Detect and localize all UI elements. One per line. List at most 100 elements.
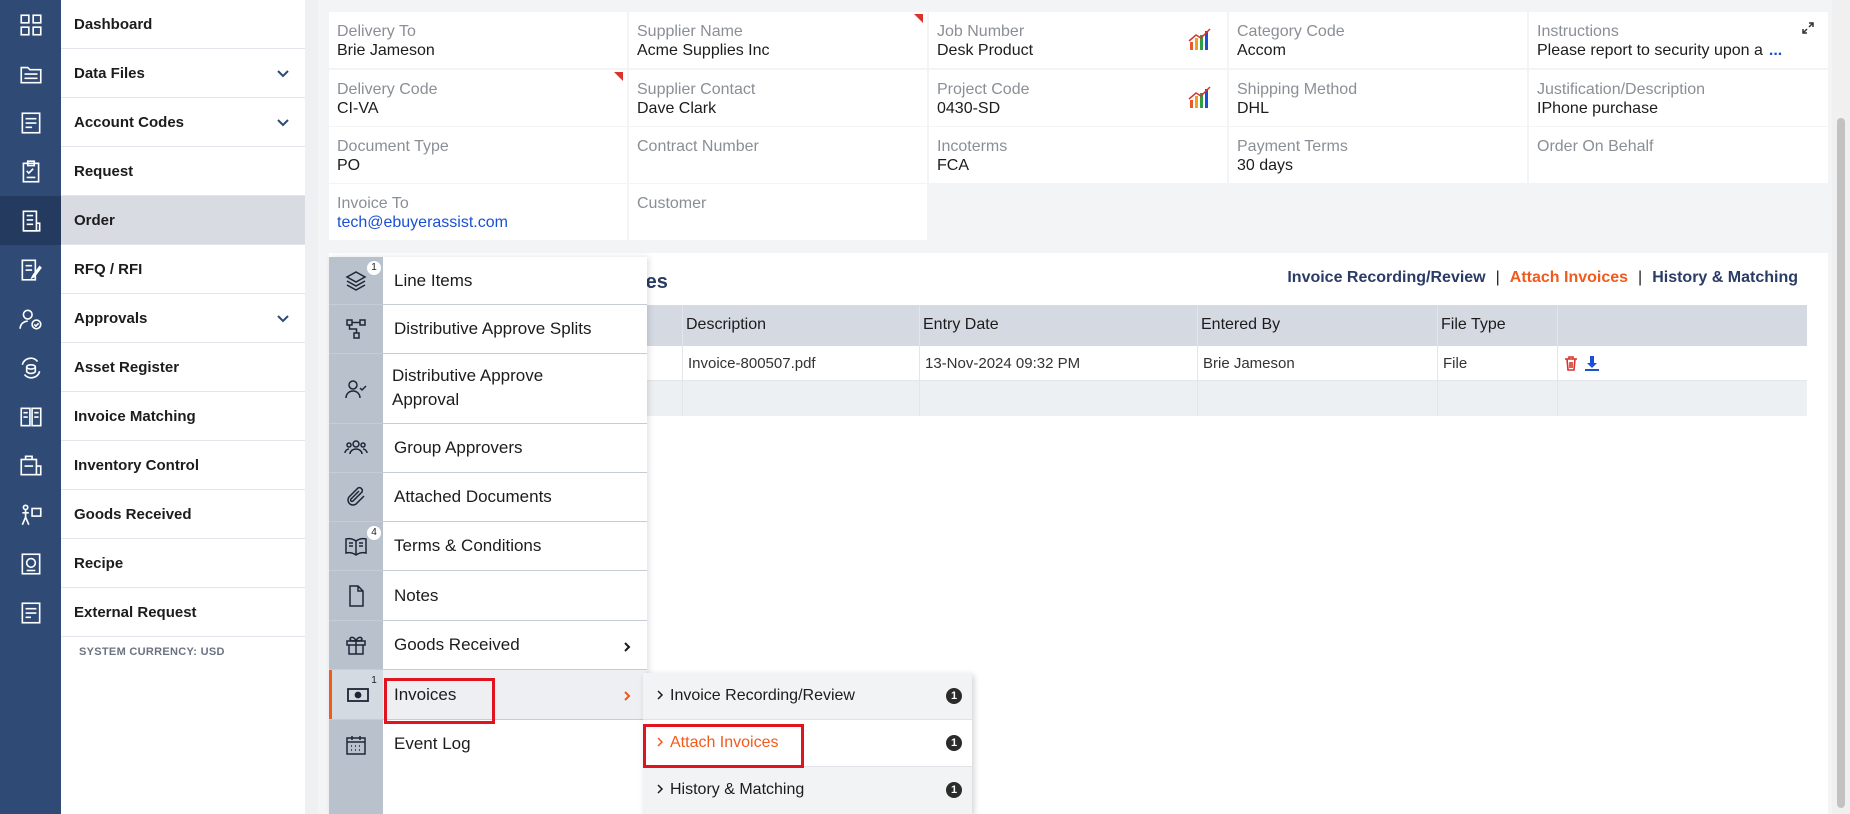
incoterms-field[interactable]: Incoterms FCA — [929, 127, 1227, 183]
instructions-field[interactable]: Instructions Please report to security u… — [1529, 12, 1828, 68]
expand-icon[interactable] — [1800, 20, 1816, 36]
menu-item-terms-conditions[interactable]: 4 Terms & Conditions — [329, 522, 647, 571]
delivery-code-field[interactable]: Delivery Code CI-VA — [329, 70, 627, 126]
history-matching-link[interactable]: History & Matching — [1652, 269, 1798, 286]
inventory-control-icon[interactable] — [0, 441, 61, 490]
menu-item-label: Distributive Approve Approval — [392, 366, 544, 409]
attach-invoices-link[interactable]: Attach Invoices — [1510, 269, 1628, 286]
sidebar-item-asset-register[interactable]: Asset Register — [61, 343, 305, 392]
order-sections-menu: 1 Line Items Distributive Approve Splits… — [329, 257, 647, 814]
field-label: Supplier Contact — [637, 81, 756, 98]
field-label: Delivery To — [337, 23, 416, 40]
dashboard-icon[interactable] — [0, 0, 61, 49]
field-value: DHL — [1237, 100, 1270, 117]
sidebar-item-dashboard[interactable]: Dashboard — [61, 0, 305, 49]
column-header-entered-by[interactable]: Entered By — [1201, 316, 1280, 334]
trend-chart-icon[interactable] — [1187, 84, 1213, 110]
trend-chart-icon[interactable] — [1187, 26, 1213, 52]
invoice-to-field[interactable]: Invoice To tech@ebuyerassist.com — [329, 184, 627, 240]
approvals-icon[interactable] — [0, 294, 61, 343]
flag-marker — [614, 72, 623, 81]
request-icon[interactable] — [0, 147, 61, 196]
field-value: Dave Clark — [637, 100, 717, 117]
delete-icon[interactable] — [1562, 354, 1580, 372]
field-value: FCA — [937, 157, 969, 174]
scrollbar-thumb[interactable] — [1837, 118, 1845, 808]
sidebar-item-inventory-control[interactable]: Inventory Control — [61, 441, 305, 490]
field-label: Customer — [637, 195, 707, 212]
menu-item-group-approvers[interactable]: Group Approvers — [329, 424, 647, 473]
invoice-matching-icon[interactable] — [0, 392, 61, 441]
supplier-contact-field[interactable]: Supplier Contact Dave Clark — [629, 70, 927, 126]
chevron-down-icon[interactable] — [275, 65, 291, 81]
more-link[interactable]: ... — [1769, 42, 1782, 59]
chevron-down-icon[interactable] — [275, 310, 291, 326]
field-value: IPhone purchase — [1537, 100, 1658, 117]
field-value: 0430-SD — [937, 100, 1001, 117]
menu-item-label: Terms & Conditions — [394, 536, 542, 555]
account-codes-icon[interactable] — [0, 98, 61, 147]
flag-marker — [914, 14, 923, 23]
menu-item-goods-received[interactable]: Goods Received — [329, 621, 647, 670]
sidebar-item-order[interactable]: Order — [61, 196, 305, 245]
sidebar-item-label: Inventory Control — [74, 456, 200, 474]
customer-field[interactable]: Customer — [629, 184, 927, 240]
order-icon[interactable] — [0, 196, 61, 245]
document-type-field[interactable]: Document Type PO — [329, 127, 627, 183]
menu-item-notes[interactable]: Notes — [329, 571, 647, 621]
info-icon: 1 — [946, 735, 962, 751]
sidebar-item-label: External Request — [74, 603, 197, 621]
delivery-to-field[interactable]: Delivery To Brie Jameson — [329, 12, 627, 68]
sidebar-item-invoice-matching[interactable]: Invoice Matching — [61, 392, 305, 441]
menu-item-attached-documents[interactable]: Attached Documents — [329, 473, 647, 522]
column-header-file-type[interactable]: File Type — [1441, 316, 1506, 334]
invoice-recording-link[interactable]: Invoice Recording/Review — [1287, 269, 1485, 286]
highlight-box — [643, 724, 804, 768]
menu-item-label: Event Log — [394, 734, 471, 753]
column-header-entry-date[interactable]: Entry Date — [923, 316, 999, 334]
goods-received-icon[interactable] — [0, 490, 61, 539]
vertical-scrollbar[interactable] — [1832, 0, 1850, 814]
system-currency: SYSTEM CURRENCY: USD — [79, 646, 225, 658]
sidebar-nav: Dashboard Data Files Account Codes Reque… — [61, 0, 305, 814]
column-divider — [682, 305, 683, 416]
field-label: Document Type — [337, 138, 449, 155]
sidebar-item-external-request[interactable]: External Request — [61, 588, 305, 637]
sidebar-item-account-codes[interactable]: Account Codes — [61, 98, 305, 147]
contract-number-field[interactable]: Contract Number — [629, 127, 927, 183]
payment-terms-field[interactable]: Payment Terms 30 days — [1229, 127, 1527, 183]
invoice-to-email-link[interactable]: tech@ebuyerassist.com — [337, 213, 619, 232]
menu-item-distributive-approve-approval[interactable]: Distributive Approve Approval — [329, 354, 647, 424]
sidebar-item-recipe[interactable]: Recipe — [61, 539, 305, 588]
external-request-icon[interactable] — [0, 588, 61, 637]
job-number-field[interactable]: Job Number Desk Product — [929, 12, 1227, 68]
submenu-item-label: Invoice Recording/Review — [670, 687, 855, 704]
justification-field[interactable]: Justification/Description IPhone purchas… — [1529, 70, 1828, 126]
menu-item-label: Group Approvers — [394, 438, 523, 457]
data-files-icon[interactable] — [0, 49, 61, 98]
rfq-icon[interactable] — [0, 245, 61, 294]
recipe-icon[interactable] — [0, 539, 61, 588]
menu-item-label: Notes — [394, 586, 439, 605]
supplier-name-field[interactable]: Supplier Name Acme Supplies Inc — [629, 12, 927, 68]
submenu-item-invoice-recording[interactable]: Invoice Recording/Review 1 — [643, 673, 972, 720]
asset-register-icon[interactable] — [0, 343, 61, 392]
menu-item-distributive-approve-splits[interactable]: Distributive Approve Splits — [329, 305, 647, 354]
sidebar-item-request[interactable]: Request — [61, 147, 305, 196]
project-code-field[interactable]: Project Code 0430-SD — [929, 70, 1227, 126]
menu-item-line-items[interactable]: 1 Line Items — [329, 257, 647, 305]
chevron-down-icon[interactable] — [275, 114, 291, 130]
order-on-behalf-field[interactable]: Order On Behalf — [1529, 127, 1828, 183]
submenu-item-history-matching[interactable]: History & Matching 1 — [643, 767, 972, 814]
download-icon[interactable] — [1583, 354, 1601, 372]
sidebar-item-label: Dashboard — [74, 15, 153, 33]
menu-item-event-log[interactable]: Event Log — [329, 720, 647, 769]
submenu-item-label: History & Matching — [670, 781, 805, 798]
sidebar-item-data-files[interactable]: Data Files — [61, 49, 305, 98]
column-header-description[interactable]: Description — [686, 316, 766, 334]
sidebar-item-goods-received[interactable]: Goods Received — [61, 490, 305, 539]
sidebar-item-approvals[interactable]: Approvals — [61, 294, 305, 343]
shipping-method-field[interactable]: Shipping Method DHL — [1229, 70, 1527, 126]
category-code-field[interactable]: Category Code Accom — [1229, 12, 1527, 68]
sidebar-item-rfq[interactable]: RFQ / RFI — [61, 245, 305, 294]
